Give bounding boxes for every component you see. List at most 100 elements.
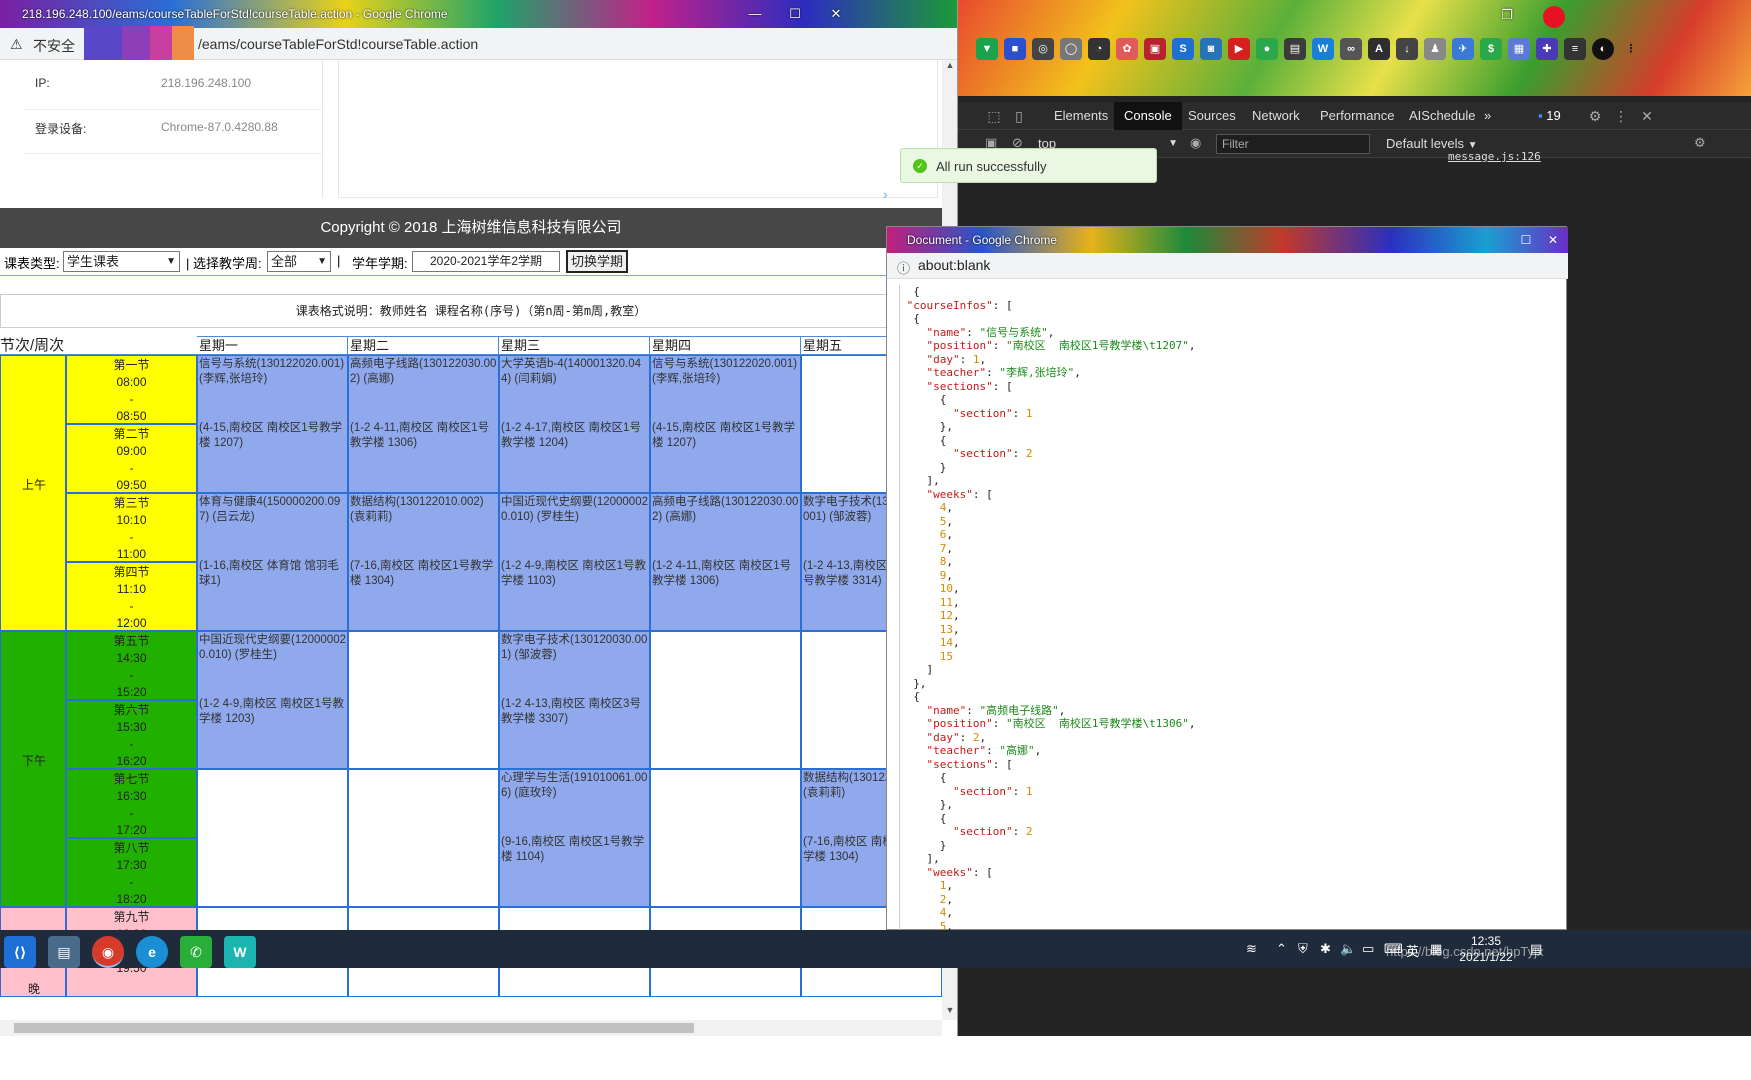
extension-icon[interactable]: S xyxy=(1172,38,1194,60)
course-cell[interactable]: 数字电子技术(130120030.001) (邹波蓉) (1-2 4-13,南校区… xyxy=(499,631,650,769)
course-cell[interactable]: 中国近现代史纲要(120000020.010) (罗桂生) (1-2 4-9,南校… xyxy=(197,631,348,769)
extension-icon[interactable]: ✈ xyxy=(1452,38,1474,60)
extension-icon[interactable]: W xyxy=(1312,38,1334,60)
shield-icon[interactable]: ⛨ xyxy=(1298,941,1308,957)
bluetooth-icon[interactable]: ✱ xyxy=(1320,941,1331,957)
course-cell[interactable]: 信号与系统(130122020.001) (李辉,张培玲) (4-15,南校区 南… xyxy=(197,355,348,493)
empty-cell[interactable] xyxy=(650,769,801,907)
playlist-icon[interactable]: ≡ xyxy=(1564,38,1586,60)
console-prompt[interactable]: › xyxy=(883,186,888,202)
success-toast: ✓ All run successfully xyxy=(900,148,1157,183)
left-address-bar[interactable]: ⚠ 不安全 /eams/courseTableForStd!courseTabl… xyxy=(0,26,957,62)
scroll-down-icon[interactable]: ▼ xyxy=(942,1005,957,1015)
kebab-menu-icon[interactable]: ⋮ xyxy=(1612,107,1630,125)
empty-cell[interactable] xyxy=(348,631,499,769)
restore-icon[interactable]: ❐ xyxy=(1495,4,1519,26)
scroll-up-icon[interactable]: ▲ xyxy=(942,60,957,70)
tab-performance[interactable]: Performance xyxy=(1310,102,1404,130)
extension-icon[interactable]: ∞ xyxy=(1340,38,1362,60)
more-tabs-button[interactable]: » xyxy=(1474,102,1501,130)
extension-icon[interactable]: $ xyxy=(1480,38,1502,60)
puzzle-icon[interactable]: ✚ xyxy=(1536,38,1558,60)
taskbar: ⟨⟩ ▤ ◉ e ✆ W ≋ ⌃ ⛨ ✱ 🔈 ▭ ⌨ 英 ▦ 12:35 202… xyxy=(0,930,1751,968)
course-cell[interactable]: 高频电子线路(130122030.002) (高娜) (1-2 4-11,南校区 … xyxy=(650,493,801,631)
gauge-icon[interactable]: ◔ xyxy=(1088,38,1110,60)
tab-console[interactable]: Console xyxy=(1114,102,1182,130)
issues-badge[interactable]: ▪ 19 xyxy=(1528,102,1571,130)
chevron-up-icon[interactable]: ⌃ xyxy=(1276,941,1287,957)
close-icon[interactable]: ✕ xyxy=(826,4,846,24)
gear-icon[interactable]: ⚙ xyxy=(1694,135,1706,151)
insecure-label[interactable]: 不安全 xyxy=(33,36,75,56)
download-icon[interactable]: ↓ xyxy=(1396,38,1418,60)
log-levels-value: Default levels xyxy=(1386,136,1465,151)
maximize-icon[interactable]: ☐ xyxy=(785,4,805,24)
shield-icon[interactable]: ▼ xyxy=(976,38,998,60)
week-select[interactable]: 全部 ▼ xyxy=(267,251,331,272)
source-link[interactable]: message.js:126 xyxy=(1448,150,1541,163)
info-icon[interactable]: ⓘ xyxy=(897,258,910,277)
course-cell[interactable]: 高频电子线路(130122030.002) (高娜) (1-2 4-11,南校区 … xyxy=(348,355,499,493)
close-icon[interactable]: ✕ xyxy=(1542,230,1564,250)
device-toggle-icon[interactable]: ▯ xyxy=(1010,107,1028,125)
extension-icon[interactable]: ▤ xyxy=(1284,38,1306,60)
chrome-icon[interactable]: ◉ xyxy=(92,936,124,968)
extension-icon[interactable]: ◯ xyxy=(1060,38,1082,60)
popup-url[interactable]: about:blank xyxy=(918,257,990,273)
course-cell[interactable]: 体育与健康4(150000200.097) (吕云龙) (1-16,南校区 体育馆… xyxy=(197,493,348,631)
extension-icon[interactable]: ■ xyxy=(1004,38,1026,60)
switch-semester-button[interactable]: 切换学期 xyxy=(566,250,629,273)
file-explorer-icon[interactable]: ▤ xyxy=(48,936,80,968)
extension-icon[interactable]: ◎ xyxy=(1032,38,1054,60)
gear-icon[interactable]: ⚙ xyxy=(1586,107,1604,125)
json-line: 4, xyxy=(939,501,953,514)
empty-cell[interactable] xyxy=(197,769,348,907)
maximize-icon[interactable]: ☐ xyxy=(1515,230,1537,250)
vscode-icon[interactable]: ⟨⟩ xyxy=(4,936,36,968)
course-cell[interactable]: 数据结构(130122010.002) (袁莉莉) (7-16,南校区 南校区1号… xyxy=(348,493,499,631)
tab-elements[interactable]: Elements xyxy=(1044,102,1118,130)
avatar[interactable]: ◐ xyxy=(1592,38,1614,60)
inspect-icon[interactable]: ⬚ xyxy=(985,107,1003,125)
empty-cell[interactable] xyxy=(348,769,499,907)
slot-start: 09:00 xyxy=(116,444,147,458)
close-icon[interactable]: ✕ xyxy=(1638,107,1656,125)
week-select-value: 全部 xyxy=(271,254,298,269)
minimize-icon[interactable]: — xyxy=(745,4,765,24)
tab-sources[interactable]: Sources xyxy=(1178,102,1246,130)
wyzs-icon[interactable]: W xyxy=(224,936,256,968)
wechat-icon[interactable]: ✆ xyxy=(180,936,212,968)
camera-icon[interactable]: ◙ xyxy=(1200,38,1222,60)
extension-icon[interactable]: ▣ xyxy=(1144,38,1166,60)
battery-icon[interactable]: ▭ xyxy=(1362,941,1374,957)
extension-icon[interactable]: A xyxy=(1368,38,1390,60)
semester-field[interactable]: 2020-2021学年2学期 xyxy=(412,251,560,272)
course-cell[interactable]: 信号与系统(130122020.001) (李辉,张培玲) (4-15,南校区 南… xyxy=(650,355,801,493)
json-line: { xyxy=(900,285,920,298)
close-icon[interactable] xyxy=(1543,6,1565,28)
tab-network[interactable]: Network xyxy=(1242,102,1310,130)
network-icon[interactable]: ≋ xyxy=(1246,941,1257,957)
course-cell[interactable]: 心理学与生活(191010061.006) (庭玫玲) (9-16,南校区 南校区… xyxy=(499,769,650,907)
tab-aischedule[interactable]: AISchedule xyxy=(1399,102,1486,130)
popup-address-bar[interactable]: ⓘ about:blank xyxy=(887,253,1568,279)
left-url-text[interactable]: /eams/courseTableForStd!courseTable.acti… xyxy=(198,36,478,52)
empty-cell[interactable] xyxy=(650,631,801,769)
course-cell[interactable]: 大学英语b-4(140001320.044) (闫莉娟) (1-2 4-17,南校… xyxy=(499,355,650,493)
horizontal-scrollbar[interactable] xyxy=(0,1020,942,1036)
warning-icon[interactable]: ⚠ xyxy=(10,36,23,53)
course-cell[interactable]: 中国近现代史纲要(120000020.010) (罗桂生) (1-2 4-9,南校… xyxy=(499,493,650,631)
eye-icon[interactable]: ◉ xyxy=(1190,135,1201,151)
extension-icon[interactable]: ✿ xyxy=(1116,38,1138,60)
scrollbar-thumb[interactable] xyxy=(14,1023,694,1033)
slot-end: 17:20 xyxy=(116,823,147,837)
volume-icon[interactable]: 🔈 xyxy=(1340,941,1356,957)
youtube-icon[interactable]: ▶ xyxy=(1228,38,1250,60)
extension-icon[interactable]: ♟ xyxy=(1424,38,1446,60)
extension-icon[interactable]: ▦ xyxy=(1508,38,1530,60)
kebab-menu-icon[interactable]: ⋮ xyxy=(1620,38,1642,60)
edge-icon[interactable]: e xyxy=(136,936,168,968)
type-select[interactable]: 学生课表 ▼ xyxy=(63,251,180,272)
filter-input[interactable]: Filter xyxy=(1216,134,1370,154)
extension-icon[interactable]: ● xyxy=(1256,38,1278,60)
